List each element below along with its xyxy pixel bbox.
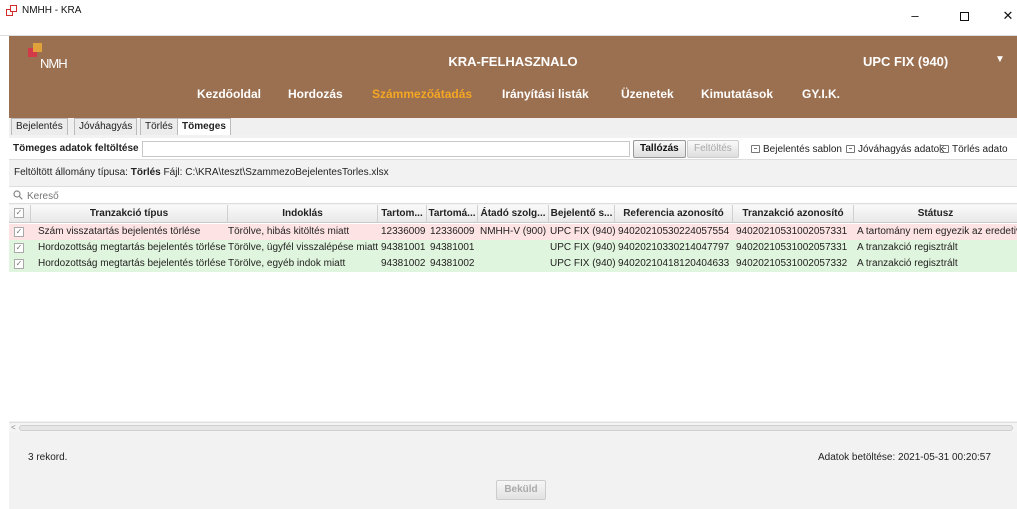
cell-tartomany-kezdet: 94381001 bbox=[381, 242, 426, 253]
template-link-torles[interactable]: Törlés adato bbox=[940, 144, 1008, 155]
horizontal-scrollbar[interactable]: < bbox=[9, 422, 1017, 432]
select-all-checkbox[interactable]: ✓ bbox=[9, 205, 31, 223]
minimize-button[interactable]: – bbox=[895, 2, 935, 30]
cell-tartomany-veg: 12336009 bbox=[430, 226, 475, 237]
main-nav: Kezdőoldal Hordozás Számmezőátadás Irány… bbox=[9, 87, 1017, 109]
cell-tartomany-veg: 94381001 bbox=[430, 242, 475, 253]
upload-label: Tömeges adatok feltöltése bbox=[13, 143, 139, 154]
tab-bar: Bejelentés Jóváhagyás Törlés Tömeges bbox=[9, 118, 1017, 135]
maximize-icon bbox=[959, 12, 969, 22]
nav-item-hordozas[interactable]: Hordozás bbox=[288, 87, 343, 101]
cell-statusz: A tartomány nem egyezik az eredetivel bbox=[857, 226, 1017, 237]
table-header: ✓ Tranzakció típus Indoklás Tartom... Ta… bbox=[9, 205, 1017, 223]
cell-tartomany-veg: 94381002 bbox=[430, 258, 475, 269]
organization-selector[interactable]: UPC FIX (940) bbox=[863, 54, 948, 69]
download-icon bbox=[846, 145, 855, 153]
tab-bejelentes[interactable]: Bejelentés bbox=[11, 118, 68, 135]
nav-item-szammezoatadas[interactable]: Számmezőátadás bbox=[372, 87, 472, 101]
scrollbar-thumb[interactable] bbox=[19, 425, 1013, 431]
search-icon bbox=[13, 190, 23, 200]
column-header[interactable]: Referencia azonosító bbox=[615, 205, 733, 223]
chevron-down-icon[interactable]: ▼ bbox=[995, 54, 1005, 65]
file-type-value: Törlés bbox=[130, 167, 161, 178]
download-icon bbox=[940, 145, 949, 153]
cell-atado-szolgaltato bbox=[477, 240, 549, 256]
cell-statusz: A tranzakció regisztrált bbox=[857, 258, 958, 269]
table-row[interactable]: ✓ Hordozottság megtartás bejelentés törl… bbox=[9, 240, 1017, 256]
tab-torles[interactable]: Törlés bbox=[140, 118, 178, 135]
data-loaded-timestamp: Adatok betöltése: 2021-05-31 00:20:57 bbox=[818, 452, 991, 463]
cell-referencia: 94020210330214047797 bbox=[618, 242, 730, 253]
search-bar bbox=[9, 186, 1017, 204]
cell-bejelento: UPC FIX (940) bbox=[550, 258, 615, 269]
row-checkbox[interactable]: ✓ bbox=[14, 243, 24, 253]
window-titlebar: NMHH - KRA – ✕ bbox=[0, 0, 1017, 36]
cell-referencia: 94020210418120404633 bbox=[618, 258, 730, 269]
cell-bejelento: UPC FIX (940) bbox=[550, 242, 615, 253]
cell-atado-szolgaltato: NMHH-V (900) bbox=[480, 226, 547, 237]
column-header[interactable]: Tartom... bbox=[378, 205, 427, 223]
cell-bejelento: UPC FIX (940) bbox=[550, 226, 615, 237]
download-icon bbox=[751, 145, 760, 153]
cell-indoklas: Törölve, ügyfél visszalépése miatt bbox=[228, 242, 378, 253]
cell-tranzakcio-tipus: Hordozottság megtartás bejelentés törlés… bbox=[38, 258, 226, 269]
upload-row: Tömeges adatok feltöltése Tallózás Feltö… bbox=[9, 138, 1017, 160]
column-header[interactable]: Tranzakció azonosító bbox=[733, 205, 854, 223]
submit-button[interactable]: Beküld bbox=[496, 480, 546, 500]
file-info: Feltöltött állomány típusa: Törlés Fájl:… bbox=[14, 167, 389, 178]
cell-indoklas: Törölve, egyéb indok miatt bbox=[228, 258, 346, 269]
template-link-jovahagyas[interactable]: Jóváhagyás adatok bbox=[846, 144, 944, 155]
maximize-button[interactable] bbox=[944, 2, 984, 30]
cell-tartomany-kezdet: 94381002 bbox=[381, 258, 426, 269]
cell-tranzakcio-tipus: Szám visszatartás bejelentés törlése bbox=[38, 226, 201, 237]
window-title: NMHH - KRA bbox=[22, 5, 82, 16]
close-button[interactable]: ✕ bbox=[988, 2, 1017, 30]
column-header[interactable]: Státusz bbox=[854, 205, 1017, 223]
app-header: NMH KRA-FELHASZNALO UPC FIX (940) ▼ Kezd… bbox=[9, 36, 1017, 118]
column-header[interactable]: Tranzakció típus bbox=[31, 205, 228, 223]
record-count: 3 rekord. bbox=[28, 452, 68, 463]
row-checkbox[interactable]: ✓ bbox=[14, 259, 24, 269]
browse-button[interactable]: Tallózás bbox=[633, 140, 686, 158]
nav-item-uzenetek[interactable]: Üzenetek bbox=[621, 87, 674, 101]
table-row[interactable]: ✓ Szám visszatartás bejelentés törlése T… bbox=[9, 224, 1017, 240]
cell-tranzakcio-azonosito: 94020210531002057332 bbox=[736, 258, 848, 269]
cell-referencia: 94020210530224057554 bbox=[618, 226, 730, 237]
file-path: C:\KRA\teszt\SzammezoBejelentesTorles.xl… bbox=[185, 167, 389, 178]
tab-jovahagyas[interactable]: Jóváhagyás bbox=[74, 118, 138, 135]
column-header[interactable]: Bejelentő s... bbox=[549, 205, 615, 223]
cell-indoklas: Törölve, hibás kitöltés miatt bbox=[228, 226, 350, 237]
file-label: Fájl: bbox=[163, 167, 183, 178]
cell-tranzakcio-tipus: Hordozottság megtartás bejelentés törlés… bbox=[38, 242, 226, 253]
scroll-left-icon[interactable]: < bbox=[11, 423, 16, 432]
cell-tranzakcio-azonosito: 94020210531002057331 bbox=[736, 242, 848, 253]
table-row[interactable]: ✓ Hordozottság megtartás bejelentés törl… bbox=[9, 256, 1017, 272]
template-link-bejelentes[interactable]: Bejelentés sablon bbox=[751, 144, 842, 155]
cell-atado-szolgaltato bbox=[477, 256, 549, 272]
column-header[interactable]: Indoklás bbox=[228, 205, 378, 223]
nav-item-kimutatasok[interactable]: Kimutatások bbox=[701, 87, 773, 101]
upload-button[interactable]: Feltöltés bbox=[687, 140, 739, 158]
file-type-label: Feltöltött állomány típusa: bbox=[14, 167, 128, 178]
column-header[interactable]: Tartomá... bbox=[427, 205, 478, 223]
transactions-table: ✓ Tranzakció típus Indoklás Tartom... Ta… bbox=[9, 205, 1017, 421]
nav-item-gyik[interactable]: GY.I.K. bbox=[802, 87, 840, 101]
tab-tomeges[interactable]: Tömeges bbox=[177, 118, 231, 135]
app-icon bbox=[6, 5, 18, 17]
column-header[interactable]: Átadó szolg... bbox=[478, 205, 549, 223]
cell-tranzakcio-azonosito: 94020210531002057331 bbox=[736, 226, 848, 237]
cell-tartomany-kezdet: 12336009 bbox=[381, 226, 426, 237]
nav-item-iranyitasi-listak[interactable]: Irányítási listák bbox=[502, 87, 589, 101]
row-checkbox[interactable]: ✓ bbox=[14, 227, 24, 237]
search-input[interactable] bbox=[27, 189, 327, 203]
upload-file-input[interactable] bbox=[142, 141, 630, 157]
nav-item-kezdooldal[interactable]: Kezdőoldal bbox=[197, 87, 261, 101]
cell-statusz: A tranzakció regisztrált bbox=[857, 242, 958, 253]
